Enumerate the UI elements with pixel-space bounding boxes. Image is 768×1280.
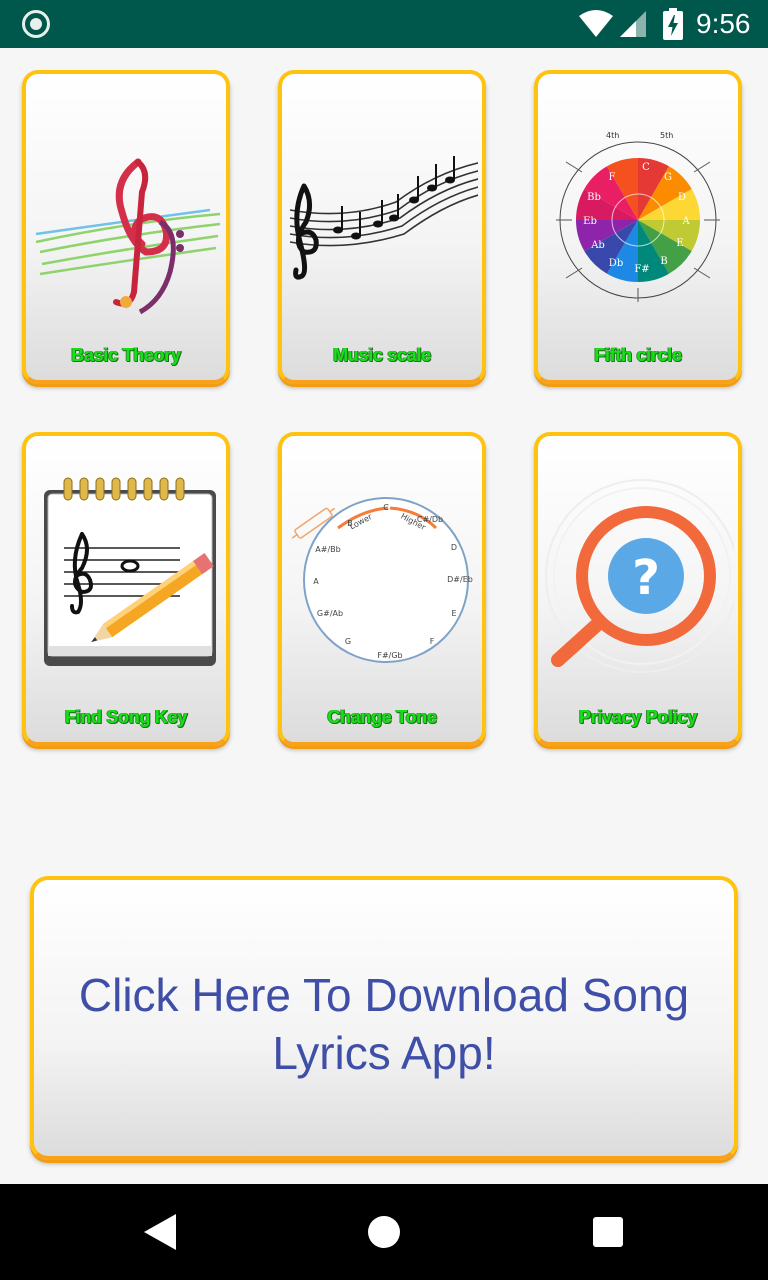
- circle-of-fifths-icon: C G D A EB F# Db Ab Eb Bb F 4th 5th: [556, 131, 720, 302]
- home-icon[interactable]: [368, 1216, 400, 1248]
- download-label: Click Here To Download Song Lyrics App!: [78, 969, 690, 1079]
- app-notification-icon: [22, 10, 50, 38]
- privacy-policy-card[interactable]: ? Privacy Policy: [534, 432, 742, 746]
- svg-text:5th: 5th: [660, 131, 673, 140]
- svg-text:D: D: [678, 192, 686, 203]
- svg-text:F#/Gb: F#/Gb: [377, 651, 402, 660]
- card-label: Change Tone: [327, 707, 437, 727]
- svg-text:B: B: [660, 256, 667, 267]
- svg-text:Ab: Ab: [590, 240, 605, 251]
- fifth-circle-card[interactable]: C G D A EB F# Db Ab Eb Bb F 4th 5th Fifth circ…: [534, 70, 742, 384]
- back-icon[interactable]: [142, 1212, 178, 1252]
- music-staff-icon: [289, 156, 478, 280]
- basic-theory-card[interactable]: Basic Theory: [22, 70, 230, 384]
- svg-text:F#: F#: [634, 264, 649, 275]
- card-label: Fifth circle: [594, 345, 682, 365]
- treble-clef-icon: [35, 158, 221, 315]
- magnifier-question-icon: ?: [545, 479, 734, 673]
- status-clock: 9:56: [696, 8, 751, 39]
- svg-text:C: C: [642, 162, 650, 173]
- svg-text:C: C: [383, 503, 389, 512]
- svg-text:G#/Ab: G#/Ab: [317, 609, 343, 618]
- music-scale-card[interactable]: Music scale: [278, 70, 486, 384]
- download-lyrics-app-button[interactable]: Click Here To Download Song Lyrics App!: [30, 876, 738, 1160]
- tone-wheel-icon: C C#/Db D D#/Eb E F F#/Gb G G#/Ab A A#/B…: [291, 497, 473, 663]
- recents-icon[interactable]: [593, 1217, 623, 1247]
- svg-text:D#/Eb: D#/Eb: [447, 575, 473, 584]
- svg-text:G: G: [664, 172, 672, 183]
- svg-text:F: F: [609, 172, 616, 183]
- svg-text:E: E: [676, 238, 683, 249]
- find-song-key-card[interactable]: Find Song Key: [22, 432, 230, 746]
- svg-text:E: E: [451, 609, 456, 618]
- svg-text:A#/Bb: A#/Bb: [315, 545, 340, 554]
- card-label: Music scale: [333, 345, 431, 365]
- status-bar: 9:56: [0, 0, 768, 48]
- battery-charging-icon: [663, 8, 683, 40]
- card-label: Privacy Policy: [579, 707, 697, 727]
- svg-text:A: A: [313, 577, 319, 586]
- svg-text:F: F: [430, 637, 435, 646]
- signal-icon: [620, 11, 646, 37]
- card-label: Basic Theory: [71, 345, 181, 365]
- svg-text:Bb: Bb: [587, 192, 601, 203]
- svg-text:?: ?: [632, 550, 660, 606]
- change-tone-card[interactable]: C C#/Db D D#/Eb E F F#/Gb G G#/Ab A A#/B…: [278, 432, 486, 746]
- card-label: Find Song Key: [64, 707, 188, 727]
- notepad-pencil-icon: [44, 477, 216, 666]
- svg-text:D: D: [451, 543, 457, 552]
- svg-text:Eb: Eb: [583, 216, 597, 227]
- svg-text:A: A: [681, 216, 690, 227]
- svg-text:G: G: [345, 637, 351, 646]
- svg-text:4th: 4th: [606, 131, 619, 140]
- svg-text:Db: Db: [609, 258, 623, 269]
- wifi-icon: [579, 10, 613, 37]
